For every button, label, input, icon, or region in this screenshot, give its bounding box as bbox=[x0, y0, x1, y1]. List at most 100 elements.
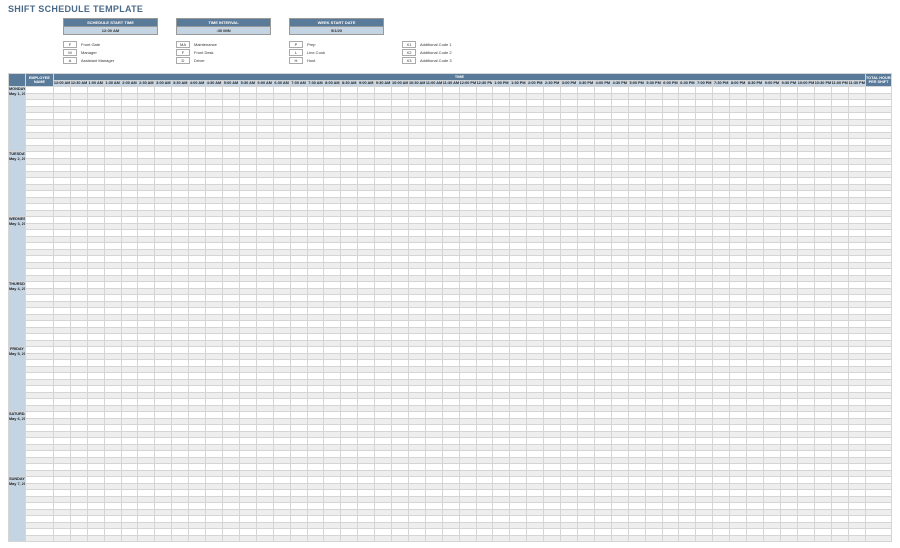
code-line: F Front Desk bbox=[176, 49, 271, 56]
shift-cell[interactable] bbox=[104, 535, 121, 542]
shift-cell[interactable] bbox=[544, 535, 561, 542]
shift-cell[interactable] bbox=[628, 535, 645, 542]
code-label: Host bbox=[307, 58, 315, 63]
code-line: X3 Additional Code 3 bbox=[402, 57, 497, 64]
shift-cell[interactable] bbox=[730, 535, 747, 542]
code-col-4: X1Additional Code 1X2 Additional Code 2 X3… bbox=[402, 41, 497, 65]
config-interval-label: TIME INTERVAL bbox=[176, 18, 271, 27]
codes-row: FFront GateMManagerAAssistant Manager MA… bbox=[63, 41, 892, 65]
shift-cell[interactable] bbox=[493, 535, 510, 542]
shift-cell[interactable] bbox=[239, 535, 256, 542]
day-cell: WEDNESDAYMay 3, 2020 bbox=[9, 217, 26, 282]
code-key[interactable]: X1 bbox=[402, 41, 416, 48]
shift-cell[interactable] bbox=[510, 535, 527, 542]
code-label: Driver bbox=[194, 58, 205, 63]
shift-cell[interactable] bbox=[679, 535, 696, 542]
shift-cell[interactable] bbox=[307, 535, 324, 542]
shift-cell[interactable] bbox=[121, 535, 138, 542]
shift-cell[interactable] bbox=[696, 535, 713, 542]
code-key[interactable]: A bbox=[63, 57, 77, 64]
day-cell: THURSDAYMay 4, 2020 bbox=[9, 282, 26, 347]
page-title: SHIFT SCHEDULE TEMPLATE bbox=[8, 4, 892, 14]
code-key[interactable]: L bbox=[289, 49, 303, 56]
config-interval: TIME INTERVAL :30 MIN bbox=[176, 18, 271, 35]
shift-cell[interactable] bbox=[848, 535, 866, 542]
code-col-3: P Prep L Line Cook H Host bbox=[289, 41, 384, 65]
code-line: F Front Gate bbox=[63, 41, 158, 48]
shift-cell[interactable] bbox=[155, 535, 172, 542]
shift-cell[interactable] bbox=[189, 535, 206, 542]
code-line: X1Additional Code 1 bbox=[402, 41, 497, 48]
code-key[interactable]: F bbox=[176, 49, 190, 56]
shift-cell[interactable] bbox=[324, 535, 341, 542]
shift-cell[interactable] bbox=[662, 535, 679, 542]
config-row: SCHEDULE START TIME 12:00 AM TIME INTERV… bbox=[63, 18, 892, 35]
config-start-time: SCHEDULE START TIME 12:00 AM bbox=[63, 18, 158, 35]
shift-cell[interactable] bbox=[222, 535, 239, 542]
shift-cell[interactable] bbox=[206, 535, 223, 542]
shift-cell[interactable] bbox=[425, 535, 442, 542]
shift-cell[interactable] bbox=[797, 535, 814, 542]
shift-cell[interactable] bbox=[392, 535, 409, 542]
shift-cell[interactable] bbox=[561, 535, 578, 542]
code-line: H Host bbox=[289, 57, 384, 64]
day-cell: MONDAYMay 1, 2020 bbox=[9, 87, 26, 152]
shift-cell[interactable] bbox=[138, 535, 155, 542]
shift-cell[interactable] bbox=[256, 535, 273, 542]
code-key[interactable]: MA bbox=[176, 41, 190, 48]
shift-cell[interactable] bbox=[476, 535, 493, 542]
config-week-start-value[interactable]: 5/1/20 bbox=[289, 27, 384, 35]
day-cell: SATURDAYMay 6, 2020 bbox=[9, 412, 26, 477]
code-label: Front Gate bbox=[81, 42, 100, 47]
shift-cell[interactable] bbox=[70, 535, 87, 542]
code-label: Prep bbox=[307, 42, 315, 47]
code-key[interactable]: M bbox=[63, 49, 77, 56]
shift-cell[interactable] bbox=[578, 535, 595, 542]
code-line: P Prep bbox=[289, 41, 384, 48]
shift-cell[interactable] bbox=[831, 535, 848, 542]
shift-cell[interactable] bbox=[611, 535, 628, 542]
code-key[interactable]: P bbox=[289, 41, 303, 48]
employee-header: EMPLOYEENAME bbox=[25, 74, 53, 87]
shift-cell[interactable] bbox=[408, 535, 425, 542]
shift-cell[interactable] bbox=[713, 535, 730, 542]
code-key[interactable]: F bbox=[63, 41, 77, 48]
shift-cell[interactable] bbox=[814, 535, 831, 542]
shift-cell[interactable] bbox=[273, 535, 290, 542]
config-interval-value[interactable]: :30 MIN bbox=[176, 27, 271, 35]
shift-cell[interactable] bbox=[645, 535, 662, 542]
code-label: Manager bbox=[81, 50, 97, 55]
shift-cell[interactable] bbox=[459, 535, 476, 542]
config-start-time-value[interactable]: 12:00 AM bbox=[63, 27, 158, 35]
shift-cell[interactable] bbox=[375, 535, 392, 542]
code-label: Additional Code 3 bbox=[420, 58, 452, 63]
code-line: M Manager bbox=[63, 49, 158, 56]
code-key[interactable]: X3 bbox=[402, 57, 416, 64]
shift-cell[interactable] bbox=[172, 535, 189, 542]
total-header: TOTAL HOURS PER SHIFT bbox=[866, 74, 892, 87]
day-cell: TUESDAYMay 2, 2020 bbox=[9, 152, 26, 217]
code-key[interactable]: X2 bbox=[402, 49, 416, 56]
code-key[interactable]: D bbox=[176, 57, 190, 64]
code-label: Additional Code 2 bbox=[420, 50, 452, 55]
shift-cell[interactable] bbox=[87, 535, 104, 542]
shift-cell[interactable] bbox=[594, 535, 611, 542]
employee-cell[interactable] bbox=[25, 535, 53, 542]
shift-cell[interactable] bbox=[747, 535, 764, 542]
shift-cell[interactable] bbox=[442, 535, 459, 542]
shift-cell[interactable] bbox=[780, 535, 797, 542]
code-label: Maintenance bbox=[194, 42, 217, 47]
shift-cell[interactable] bbox=[763, 535, 780, 542]
shift-cell[interactable] bbox=[53, 535, 70, 542]
shift-cell[interactable] bbox=[358, 535, 375, 542]
code-label: Line Cook bbox=[307, 50, 325, 55]
shift-cell[interactable] bbox=[527, 535, 544, 542]
code-line: L Line Cook bbox=[289, 49, 384, 56]
shift-cell[interactable] bbox=[290, 535, 307, 542]
code-label: Front Desk bbox=[194, 50, 214, 55]
code-line: MA Maintenance bbox=[176, 41, 271, 48]
shift-cell[interactable] bbox=[341, 535, 358, 542]
code-key[interactable]: H bbox=[289, 57, 303, 64]
code-line: D Driver bbox=[176, 57, 271, 64]
day-cell: FRIDAYMay 5, 2020 bbox=[9, 347, 26, 412]
